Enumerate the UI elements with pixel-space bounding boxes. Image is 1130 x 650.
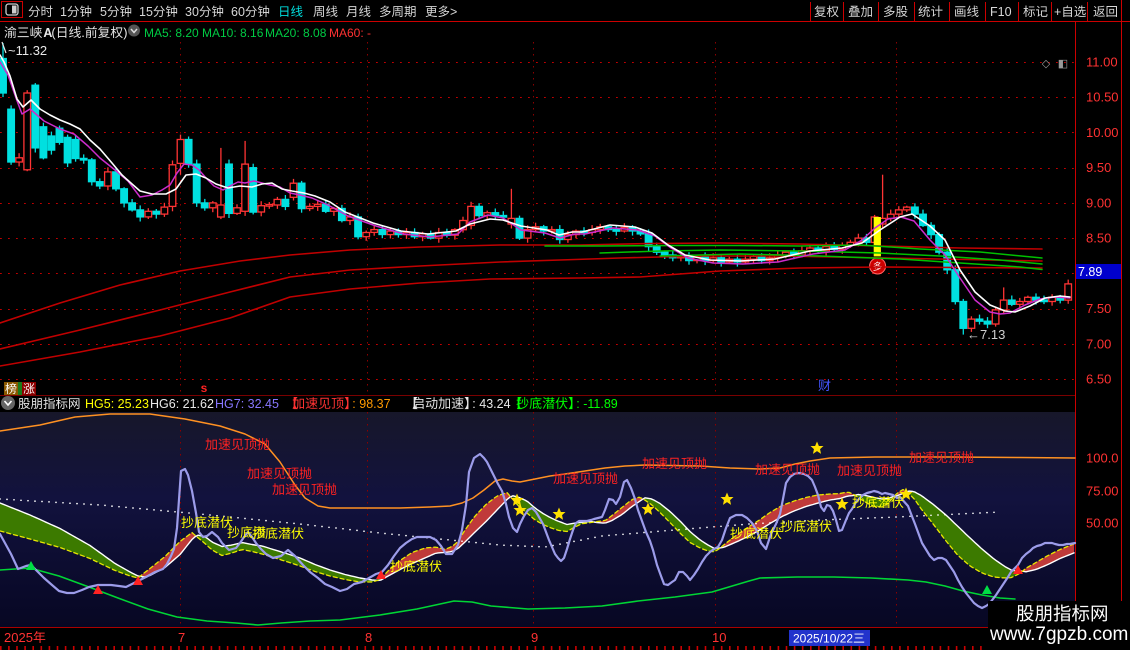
svg-text:←7.13: ←7.13 [967, 327, 1005, 342]
svg-text:60: 60 [231, 5, 245, 19]
svg-text:MA20: 8.08: MA20: 8.08 [265, 26, 327, 40]
svg-text:): ) [123, 25, 127, 40]
svg-text:.: . [81, 25, 85, 40]
svg-text:30: 30 [185, 5, 199, 19]
svg-text:9.50: 9.50 [1086, 160, 1111, 175]
svg-text:HG5: 25.23: HG5: 25.23 [85, 397, 149, 411]
svg-text:11.00: 11.00 [1086, 55, 1118, 70]
svg-text:◇: ◇ [1042, 58, 1051, 70]
svg-text:75.00: 75.00 [1086, 484, 1119, 499]
svg-text:s: s [201, 381, 208, 395]
svg-text:(: ( [51, 25, 56, 40]
svg-text:MA60: -: MA60: - [329, 26, 371, 40]
svg-text:10: 10 [712, 630, 726, 645]
svg-text:: 43.24: : 43.24 [472, 397, 510, 411]
svg-text:MA5: 8.20: MA5: 8.20 [144, 26, 199, 40]
svg-text:10.50: 10.50 [1086, 90, 1119, 105]
svg-text:9: 9 [531, 630, 538, 645]
svg-text:HG7: 32.45: HG7: 32.45 [215, 397, 279, 411]
svg-text:1: 1 [60, 5, 67, 19]
svg-text:7.89: 7.89 [1078, 265, 1102, 279]
svg-text:7: 7 [178, 630, 185, 645]
svg-text:100.0: 100.0 [1086, 451, 1119, 466]
svg-text:: -11.89: : -11.89 [576, 397, 618, 411]
svg-text:50.00: 50.00 [1086, 516, 1119, 531]
svg-text:2025/10/22: 2025/10/22 [793, 632, 853, 646]
svg-text:+: + [1054, 5, 1061, 19]
svg-text:www.7gpzb.com: www.7gpzb.com [989, 624, 1128, 645]
svg-text:8.50: 8.50 [1086, 231, 1111, 246]
svg-text:F10: F10 [990, 5, 1012, 19]
svg-text:9.00: 9.00 [1086, 195, 1111, 210]
svg-text:MA10: 8.16: MA10: 8.16 [202, 26, 264, 40]
svg-text:>: > [450, 5, 457, 19]
svg-text:5: 5 [100, 5, 107, 19]
svg-text:6.50: 6.50 [1086, 371, 1111, 386]
svg-text:10.00: 10.00 [1086, 125, 1119, 140]
svg-text:7.50: 7.50 [1086, 301, 1111, 316]
svg-text:2025: 2025 [4, 630, 33, 645]
svg-text:HG6: 21.62: HG6: 21.62 [150, 397, 214, 411]
svg-text:~11.32: ~11.32 [8, 43, 47, 58]
svg-text:15: 15 [139, 5, 153, 19]
svg-text:7.00: 7.00 [1086, 336, 1111, 351]
svg-text:◧: ◧ [1058, 58, 1068, 70]
svg-text:: 98.37: : 98.37 [352, 397, 390, 411]
svg-text:8: 8 [365, 630, 372, 645]
